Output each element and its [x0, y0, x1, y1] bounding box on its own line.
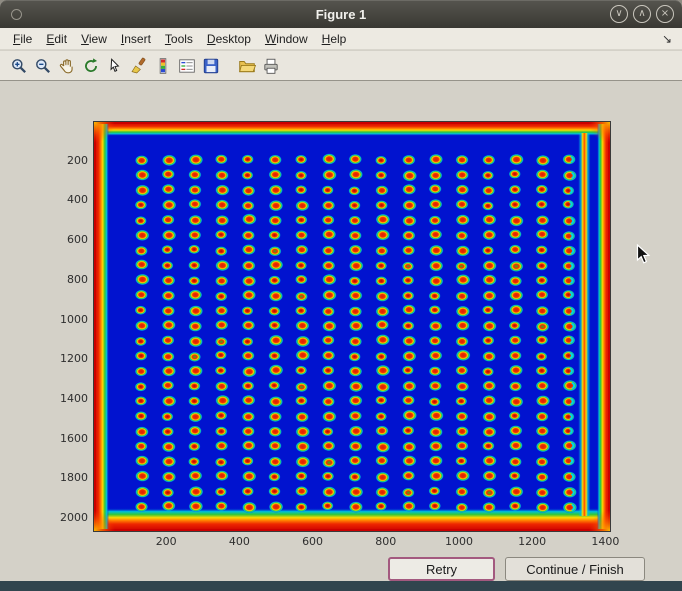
- continue-finish-button[interactable]: Continue / Finish: [505, 557, 645, 581]
- window-bottom-edge: [0, 581, 682, 591]
- y-tick-label: 600: [40, 233, 88, 246]
- y-tick-label: 400: [40, 193, 88, 206]
- menu-desktop[interactable]: Desktop: [200, 30, 258, 48]
- minimize-button[interactable]: ∨: [610, 5, 628, 23]
- pan-icon[interactable]: [56, 55, 78, 77]
- zoom-in-icon[interactable]: [8, 55, 30, 77]
- y-tick-label: 1200: [40, 352, 88, 365]
- menu-edit[interactable]: Edit: [39, 30, 74, 48]
- x-tick-label: 1000: [439, 535, 479, 548]
- x-tick-label: 1400: [585, 535, 625, 548]
- dock-figure-icon[interactable]: ↘: [662, 32, 676, 46]
- y-tick-label: 200: [40, 154, 88, 167]
- menu-tools[interactable]: Tools: [158, 30, 200, 48]
- toolbar-separator: [223, 51, 235, 80]
- save-icon[interactable]: [200, 55, 222, 77]
- window-menu-icon[interactable]: [11, 9, 22, 20]
- open-folder-icon[interactable]: [236, 55, 258, 77]
- maximize-button[interactable]: ∧: [633, 5, 651, 23]
- x-tick-label: 1200: [512, 535, 552, 548]
- close-button[interactable]: ×: [656, 5, 674, 23]
- y-tick-label: 1600: [40, 432, 88, 445]
- menu-view[interactable]: View: [74, 30, 114, 48]
- colorbar-icon[interactable]: [152, 55, 174, 77]
- mouse-cursor: [636, 244, 651, 265]
- legend-icon[interactable]: [176, 55, 198, 77]
- figure-window: Figure 1 ∨ ∧ × File Edit View Insert Too…: [0, 0, 682, 591]
- heatmap-image[interactable]: [93, 121, 611, 532]
- brush-icon[interactable]: [128, 55, 150, 77]
- print-icon[interactable]: [260, 55, 282, 77]
- menu-insert[interactable]: Insert: [114, 30, 158, 48]
- y-tick-label: 800: [40, 273, 88, 286]
- menu-file[interactable]: File: [6, 30, 39, 48]
- zoom-out-icon[interactable]: [32, 55, 54, 77]
- figure-toolbar: [0, 51, 682, 81]
- titlebar[interactable]: Figure 1 ∨ ∧ ×: [0, 0, 682, 28]
- retry-button[interactable]: Retry: [388, 557, 495, 581]
- y-tick-label: 2000: [40, 511, 88, 524]
- x-tick-label: 800: [366, 535, 406, 548]
- x-tick-label: 600: [293, 535, 333, 548]
- y-tick-label: 1400: [40, 392, 88, 405]
- x-tick-label: 400: [219, 535, 259, 548]
- rotate-3d-icon[interactable]: [80, 55, 102, 77]
- x-tick-label: 200: [146, 535, 186, 548]
- data-cursor-icon[interactable]: [104, 55, 126, 77]
- menu-help[interactable]: Help: [315, 30, 354, 48]
- y-tick-label: 1800: [40, 471, 88, 484]
- menubar: File Edit View Insert Tools Desktop Wind…: [0, 28, 682, 50]
- window-title: Figure 1: [316, 7, 367, 22]
- menu-window[interactable]: Window: [258, 30, 315, 48]
- y-tick-label: 1000: [40, 313, 88, 326]
